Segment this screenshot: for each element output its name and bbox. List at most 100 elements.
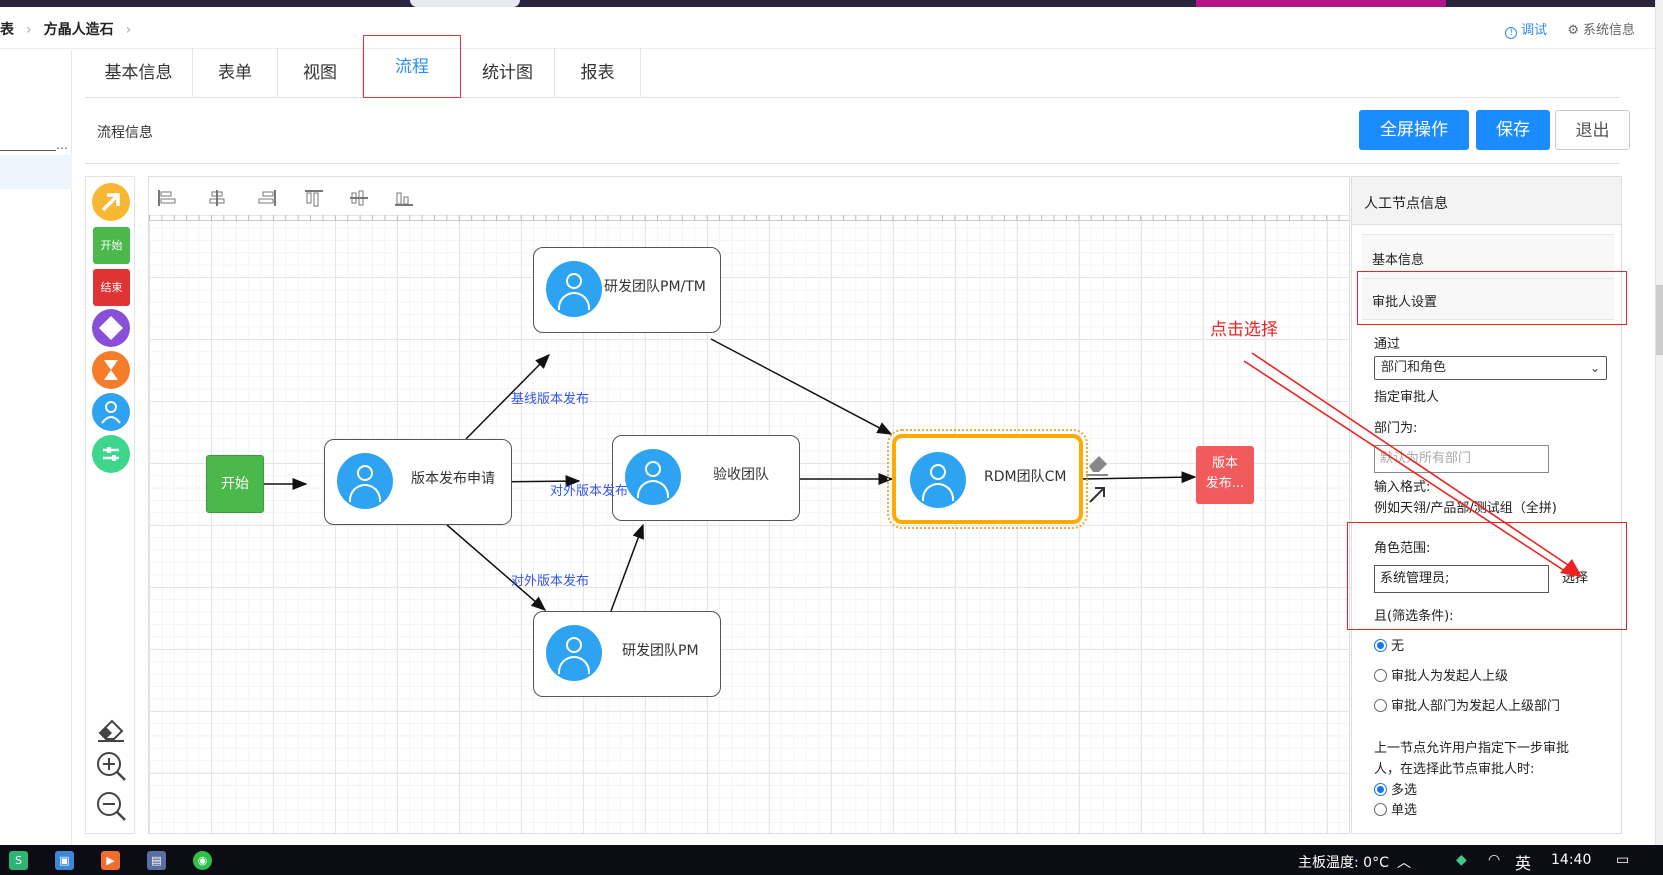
node-label: RDM团队CM — [984, 469, 1067, 485]
zoom-out-button[interactable] — [92, 787, 130, 825]
tab-report[interactable]: 报表 — [555, 48, 641, 98]
radio-superior[interactable]: 审批人为发起人上级 — [1374, 665, 1508, 684]
tab-view[interactable]: 视图 — [278, 48, 363, 98]
palette-gateway-node[interactable] — [92, 309, 130, 347]
palette-start-node[interactable]: 开始 — [93, 227, 130, 264]
radio-empty-icon — [1374, 803, 1387, 816]
edge-label-baseline[interactable]: 基线版本发布 — [511, 388, 589, 407]
taskbar-notification-icon[interactable]: ▭ — [1616, 852, 1629, 868]
flow-diagram: 开始 研发团队PM/TM 版本发布申请 验收团队 RDM团队CM 研发团队PM — [149, 177, 1351, 835]
sidebar-selected-item[interactable] — [0, 155, 72, 189]
save-button[interactable]: 保存 — [1476, 110, 1550, 150]
breadcrumb-item-current[interactable]: 方晶人造石 — [44, 19, 114, 39]
os-taskbar: S ▣ ▶ ▤ ◉ 主板温度: 0°C ︿ ◆ ◠ 英 14:40 ▭ — [0, 845, 1663, 875]
node-rd-pm-tm[interactable]: 研发团队PM/TM — [533, 247, 721, 333]
basic-info-label: 基本信息 — [1372, 253, 1425, 268]
diamond-icon — [99, 316, 123, 340]
radio-label: 无 — [1391, 639, 1405, 654]
zoom-in-button[interactable] — [92, 747, 130, 785]
palette-auto-node[interactable] — [92, 435, 130, 473]
flow-info-title: 流程信息 — [97, 125, 153, 141]
tab-form[interactable]: 表单 — [193, 48, 278, 98]
fullscreen-button[interactable]: 全屏操作 — [1359, 110, 1469, 150]
node-delete-icon[interactable] — [1086, 456, 1108, 476]
taskbar-wifi-icon[interactable]: ◠ — [1488, 852, 1500, 868]
palette-arrow-tool[interactable] — [92, 183, 130, 221]
node-version-apply[interactable]: 版本发布申请 — [324, 439, 512, 525]
annotation-text: 点击选择 — [1210, 320, 1278, 340]
breadcrumb-separator-icon: › — [26, 22, 32, 38]
node-label: 研发团队PM/TM — [604, 279, 706, 295]
node-accept-team[interactable]: 验收团队 — [612, 435, 800, 521]
edge-apply-to-pm[interactable] — [446, 524, 547, 611]
node-connect-arrow-icon[interactable] — [1089, 487, 1105, 503]
edge-pmtm-to-rdm[interactable] — [710, 338, 893, 435]
top-strip-banner — [1196, 0, 1446, 7]
left-sidebar: … — [0, 50, 72, 845]
tab-flow[interactable]: 流程 — [363, 35, 461, 98]
node-label: 研发团队PM — [622, 643, 699, 659]
page-scrollbar[interactable] — [1655, 0, 1663, 845]
user-icon — [101, 401, 121, 424]
taskbar-tray-app-icon[interactable]: ◆ — [1456, 852, 1467, 868]
palette-eraser-button[interactable] — [92, 709, 130, 747]
user-avatar-icon — [546, 625, 602, 681]
chevron-down-icon: ⌄ — [1589, 361, 1600, 375]
edge-label-external-2[interactable]: 对外版本发布 — [511, 570, 589, 589]
exit-button[interactable]: 退出 — [1555, 110, 1630, 150]
node-label: 版本发布申请 — [411, 471, 495, 487]
node-rd-pm[interactable]: 研发团队PM — [533, 611, 721, 697]
radio-checked-icon — [1374, 639, 1387, 652]
taskbar-app-flag-icon[interactable]: ▶ — [101, 851, 120, 870]
debug-link[interactable]: ! 调试 — [1505, 23, 1548, 39]
breadcrumb-separator-icon: › — [125, 22, 132, 38]
info-icon: ! — [1505, 27, 1518, 39]
browser-top-strip — [0, 0, 1663, 7]
node-palette: 开始 结束 — [85, 176, 135, 834]
palette-timer-node[interactable] — [92, 351, 130, 389]
start-node[interactable]: 开始 — [206, 455, 264, 513]
debug-label: 调试 — [1521, 23, 1548, 38]
taskbar-app-browser-icon[interactable]: ▣ — [55, 851, 74, 870]
taskbar-app-computer-icon[interactable]: ▤ — [147, 851, 166, 870]
annotation-arrow — [1243, 352, 1582, 578]
radio-label: 多选 — [1391, 783, 1418, 798]
sysinfo-label: 系统信息 — [1582, 23, 1635, 38]
zoom-in-icon — [97, 752, 126, 781]
taskbar-app-s-icon[interactable]: S — [9, 851, 28, 870]
radio-label: 单选 — [1391, 803, 1418, 818]
eraser-icon — [98, 719, 124, 742]
flow-info-bar: 流程信息 全屏操作 保存 退出 — [85, 98, 1630, 164]
zoom-out-icon — [97, 792, 126, 821]
radio-empty-icon — [1374, 699, 1387, 712]
edge-rdm-to-end[interactable] — [1082, 471, 1197, 484]
tab-basic-info[interactable]: 基本信息 — [85, 48, 193, 98]
flow-canvas[interactable]: 开始 研发团队PM/TM 版本发布申请 验收团队 RDM团队CM 研发团队PM — [148, 176, 1350, 834]
annotation-box-approver — [1357, 271, 1627, 325]
sidebar-ellipsis[interactable]: … — [56, 138, 68, 152]
breadcrumb-item-list[interactable]: 列表 — [0, 19, 14, 39]
taskbar-temperature: 主板温度: 0°C — [1298, 855, 1389, 871]
radio-multi[interactable]: 多选 — [1374, 779, 1417, 798]
node-rdm-cm-selected[interactable]: RDM团队CM — [887, 429, 1088, 529]
radio-none[interactable]: 无 — [1374, 635, 1404, 654]
radio-superior-dept[interactable]: 审批人部门为发起人上级部门 — [1374, 695, 1560, 714]
radio-empty-icon — [1374, 669, 1387, 682]
breadcrumb: 列表 › 方晶人造石 › — [0, 19, 143, 39]
palette-human-node[interactable] — [92, 393, 130, 431]
taskbar-app-wechat-icon[interactable]: ◉ — [193, 851, 212, 870]
scrollbar-thumb[interactable] — [1656, 285, 1663, 355]
header-actions: ! 调试 ⚙ 系统信息 — [1505, 19, 1635, 39]
taskbar-tray-chevron-icon[interactable]: ︿ — [1397, 852, 1411, 872]
page-header: 列表 › 方晶人造石 › !调试 ⚙系统信息 — [0, 7, 1655, 49]
tab-stat-chart[interactable]: 统计图 — [461, 48, 555, 98]
palette-end-node[interactable]: 结束 — [93, 269, 130, 306]
tab-bar: 基本信息 表单 视图 流程 统计图 报表 — [85, 35, 1620, 98]
radio-single[interactable]: 单选 — [1374, 799, 1417, 818]
taskbar-clock[interactable]: 14:40 — [1551, 852, 1591, 868]
taskbar-ime-indicator[interactable]: 英 — [1515, 850, 1531, 874]
edge-label-external-1[interactable]: 对外版本发布 — [550, 480, 628, 499]
sysinfo-link[interactable]: ⚙ 系统信息 — [1567, 23, 1635, 38]
gear-icon: ⚙ — [1567, 23, 1579, 38]
edge-pm-to-accept[interactable] — [610, 523, 644, 612]
